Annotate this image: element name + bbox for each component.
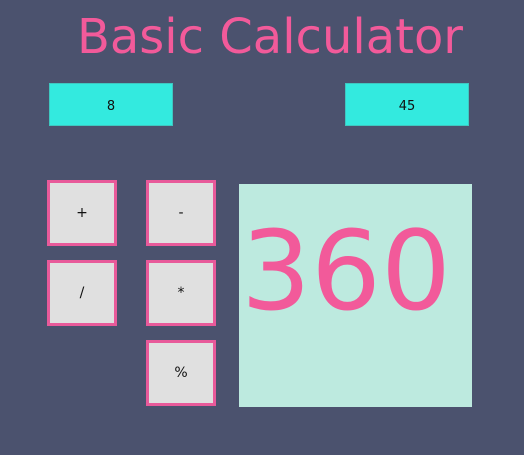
page-title: Basic Calculator [76, 9, 464, 65]
result-display: 360 [239, 184, 472, 407]
multiply-button[interactable]: * [146, 260, 216, 326]
modulo-button[interactable]: % [146, 340, 216, 406]
result-value: 360 [241, 207, 451, 335]
first-number-input[interactable] [49, 83, 173, 126]
subtract-button[interactable]: - [146, 180, 216, 246]
second-number-input[interactable] [345, 83, 469, 126]
add-button[interactable]: + [47, 180, 117, 246]
divide-button[interactable]: / [47, 260, 117, 326]
